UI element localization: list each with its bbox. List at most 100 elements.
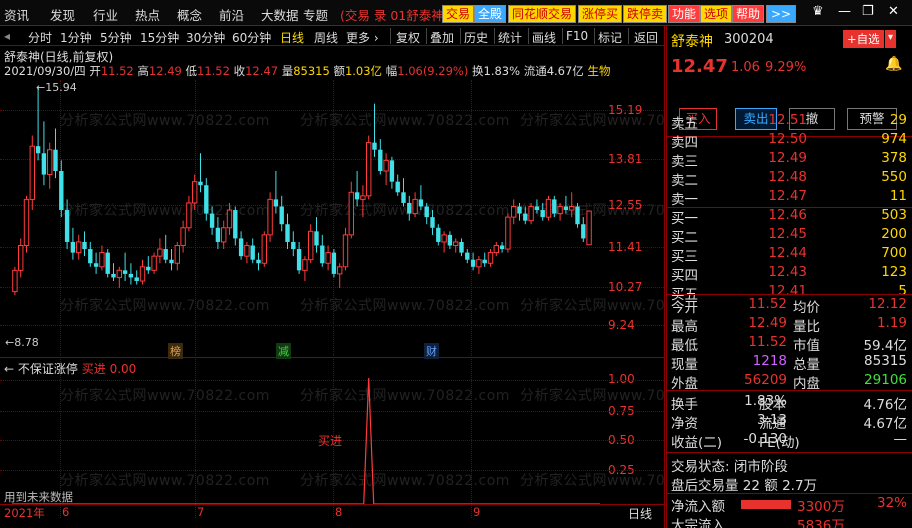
stat-row: 最高 12.49 量比 1.19 (671, 315, 907, 335)
ask-5-row[interactable]: 卖五 12.51 29 (671, 112, 907, 132)
event-tag-reduce[interactable]: 减 (276, 343, 291, 359)
candle (505, 213, 511, 253)
draw-button[interactable]: 画线 (532, 29, 556, 46)
close-icon[interactable]: ✕ (888, 4, 899, 19)
candle (575, 202, 580, 228)
menu-hotspot[interactable]: 热点 (135, 5, 160, 24)
ask-1-row[interactable]: 卖一 12.47 11 (671, 188, 907, 208)
menu-frontier[interactable]: 前沿 (219, 5, 244, 24)
candle (174, 241, 181, 271)
net-inflow-row[interactable]: 净流入额 3300万 32% (671, 495, 907, 515)
bell-icon[interactable]: 🔔 (885, 56, 902, 72)
period-5min[interactable]: 5分钟 (100, 29, 132, 46)
period-indicator[interactable]: 日线 (628, 505, 652, 522)
candle (389, 156, 395, 189)
candle (569, 192, 575, 218)
dropdown-icon[interactable]: ▾ (885, 30, 897, 48)
period-1min[interactable]: 1分钟 (60, 29, 92, 46)
period-weekly[interactable]: 周线 (314, 29, 338, 46)
candle (342, 227, 349, 271)
menu-bigdata[interactable]: 大数据 (261, 5, 299, 24)
indicator-chart[interactable] (0, 358, 600, 504)
event-tag-list[interactable]: 榜 (168, 343, 183, 359)
price-axis-label: 10.27 (608, 280, 643, 294)
last-price: 12.47 (671, 56, 728, 77)
period-intraday[interactable]: 分时 (28, 29, 52, 46)
candle (93, 252, 99, 274)
ths-trade-button[interactable]: 同花顺交易 (508, 5, 577, 23)
bid-4-row[interactable]: 买四 12.43 123 (671, 264, 907, 284)
ask-3-row[interactable]: 卖三 12.49 378 (671, 150, 907, 170)
candle (226, 202, 233, 235)
candle (487, 249, 494, 267)
menu-concept[interactable]: 概念 (177, 5, 202, 24)
trade-button[interactable]: 交易 (442, 5, 475, 23)
candle (82, 231, 87, 257)
overlay-button[interactable]: 叠加 (430, 29, 454, 46)
event-tag-finance[interactable]: 财 (424, 343, 439, 359)
candle (348, 181, 355, 239)
back-button[interactable]: 返回 (634, 29, 658, 46)
candle (557, 202, 563, 221)
menu-topic[interactable]: 专题 (303, 5, 328, 24)
candle (285, 213, 290, 250)
bid-1-row[interactable]: 买一 12.46 503 (671, 207, 907, 227)
help-button[interactable]: 帮助 (732, 5, 765, 23)
limit-down-sell-button[interactable]: 跌停卖 (623, 5, 668, 23)
adjust-button[interactable]: 复权 (396, 29, 420, 46)
bid-3-row[interactable]: 买三 12.44 700 (671, 245, 907, 265)
block-inflow-row[interactable]: 大宗流入 5836万 (671, 514, 907, 528)
more-button[interactable]: >> (766, 5, 796, 23)
turnover-value: 1.83% (483, 64, 521, 78)
price-axis-label: 15.19 (608, 103, 643, 117)
period-15min[interactable]: 15分钟 (140, 29, 179, 46)
collapse-icon[interactable]: ◂ (4, 29, 10, 43)
candle (534, 199, 540, 214)
add-watchlist-button[interactable]: +自选 (843, 30, 884, 48)
bid-2-row[interactable]: 买二 12.45 200 (671, 226, 907, 246)
minimize-icon[interactable]: — (838, 4, 851, 19)
high-marker: ←15.94 (36, 81, 77, 94)
options-button[interactable]: 选项 (700, 5, 733, 23)
period-60min[interactable]: 60分钟 (232, 29, 271, 46)
candle (581, 217, 586, 242)
net-inflow-bar (741, 500, 791, 509)
limit-up-buy-button[interactable]: 涨停买 (578, 5, 623, 23)
ask-2-row[interactable]: 卖二 12.48 550 (671, 169, 907, 189)
candlestick-chart[interactable] (0, 80, 600, 357)
period-daily[interactable]: 日线 (280, 29, 304, 46)
function-button[interactable]: 功能 (668, 5, 701, 23)
period-30min[interactable]: 30分钟 (186, 29, 225, 46)
stat-row: 最低 11.52 市值 59.4亿 (671, 334, 907, 354)
menu-discover[interactable]: 发现 (50, 5, 75, 24)
menu-industry[interactable]: 行业 (93, 5, 118, 24)
chart-header: 舒泰神(日线,前复权) 2021/09/30/四 开11.52 高12.49 低… (0, 47, 664, 81)
candle (111, 263, 116, 281)
candle (430, 210, 435, 235)
candle (35, 88, 41, 161)
high-value: 12.49 (148, 64, 182, 78)
float-value: 4.67亿 (546, 64, 584, 78)
stat-row: 换手 1.83% 股本 4.76亿 (671, 393, 907, 413)
skin-icon[interactable]: ♛ (812, 4, 824, 19)
date-axis-label: 9 (473, 505, 481, 519)
f10-button[interactable]: F10 (566, 29, 588, 43)
stats-button[interactable]: 统计 (498, 29, 522, 46)
candle (273, 171, 279, 214)
candle (116, 266, 122, 289)
candle (465, 249, 470, 264)
restore-icon[interactable]: ❐ (862, 4, 874, 19)
menu-news[interactable]: 资讯 (4, 5, 29, 24)
candle (470, 252, 476, 271)
price-axis-label: 11.41 (608, 240, 643, 254)
full-button[interactable]: 全殿 (474, 5, 507, 23)
ask-4-row[interactable]: 卖四 12.50 974 (671, 131, 907, 151)
candle (122, 252, 128, 281)
period-more[interactable]: 更多 › (346, 29, 379, 46)
candle (105, 249, 110, 278)
history-button[interactable]: 历史 (464, 29, 488, 46)
mark-button[interactable]: 标记 (598, 29, 622, 46)
date-axis-label: 2021年 (4, 506, 45, 520)
candle (360, 185, 366, 218)
stat-row: 净资 3.13 流通 4.67亿 (671, 412, 907, 432)
